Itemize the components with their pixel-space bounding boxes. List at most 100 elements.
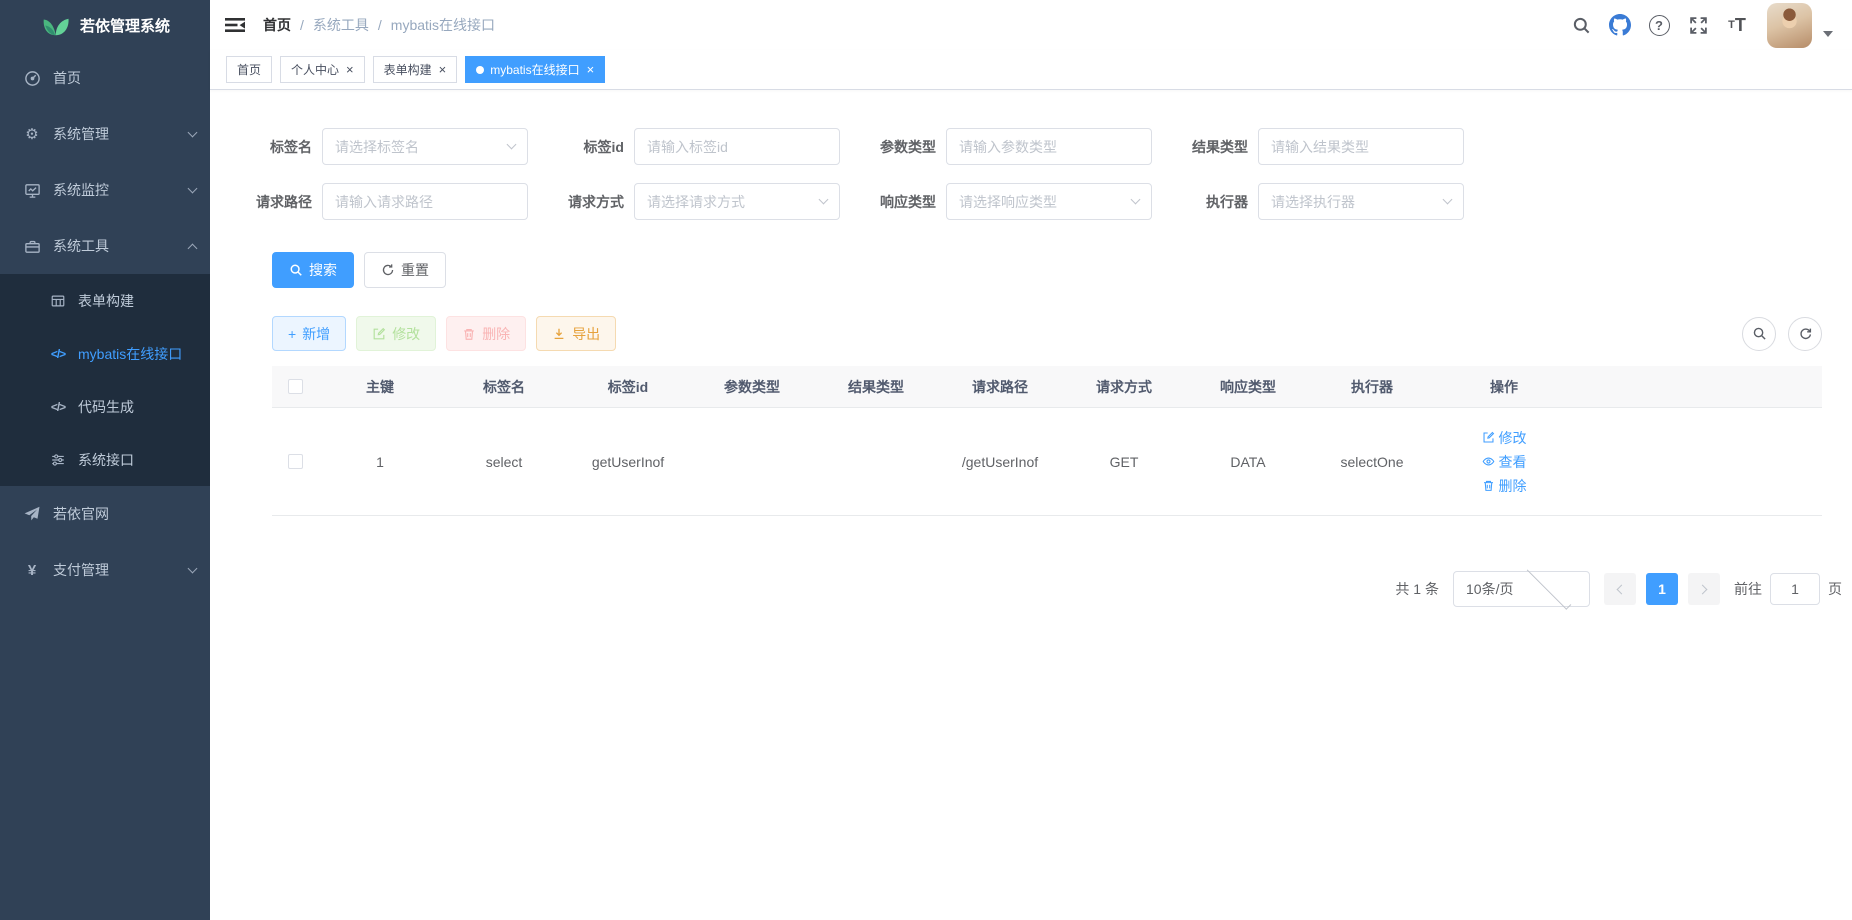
download-icon [552,327,566,341]
trash-icon [1482,479,1495,492]
request-method-select[interactable]: 请选择请求方式 [634,183,840,220]
field-label: 标签名 [240,137,312,157]
toolbox-icon [21,238,43,255]
tab-form-builder[interactable]: 表单构建 × [373,56,458,83]
gear-icon: ⚙ [21,127,43,142]
goto-label: 前往 [1734,579,1762,599]
delete-button[interactable]: 删除 [446,316,526,351]
search-icon [1752,326,1767,341]
search-form: 标签名 请选择标签名 标签id 参数类型 [240,128,1822,220]
toggle-search-button[interactable] [1742,317,1776,351]
param-type-input[interactable] [959,139,1139,155]
sidebar-item-label: 系统接口 [78,450,134,470]
edit-button[interactable]: 修改 [356,316,436,351]
sidebar-item-system-tools[interactable]: 系统工具 [0,218,210,274]
row-checkbox[interactable] [288,454,303,469]
row-delete-link[interactable]: 删除 [1482,476,1527,496]
table-header-row: 主键 标签名 标签id 参数类型 结果类型 请求路径 请求方式 响应类型 执行器… [272,366,1822,408]
sidebar-item-payment-mgmt[interactable]: ¥ 支付管理 [0,542,210,598]
pagination-total: 共 1 条 [1395,579,1439,599]
select-placeholder: 请选择标签名 [335,137,508,157]
tags-view-bar: 首页 个人中心 × 表单构建 × mybatis在线接口 × [210,50,1852,90]
sidebar-item-label: 若依官网 [53,504,196,524]
close-icon[interactable]: × [439,63,447,76]
add-button[interactable]: + 新增 [272,316,346,351]
select-all-checkbox[interactable] [288,379,303,394]
request-path-input[interactable] [335,194,515,210]
response-type-select[interactable]: 请选择响应类型 [946,183,1152,220]
form-item-result-type: 结果类型 [1176,128,1464,165]
font-size-icon[interactable]: TT [1722,7,1752,43]
paper-plane-icon [21,506,43,522]
sidebar-submenu-tools: 表单构建 </> mybatis在线接口 </> 代码生成 [0,274,210,486]
app-logo[interactable]: 若依管理系统 [0,0,210,50]
top-navbar: 首页 / 系统工具 / mybatis在线接口 ? [210,0,1852,50]
sidebar-item-system-api[interactable]: 系统接口 [0,433,210,486]
header-search-icon[interactable] [1566,7,1596,43]
form-item-request-method: 请求方式 请选择请求方式 [552,183,840,220]
active-dot [476,66,484,74]
page-size-value: 10条/页 [1466,579,1521,599]
code-icon: </> [48,400,68,414]
goto-page-input[interactable] [1770,573,1820,605]
tab-label: 个人中心 [291,61,339,78]
help-icon[interactable]: ? [1644,7,1674,43]
eye-icon [1482,455,1495,468]
chevron-down-icon [188,563,198,573]
sidebar-item-code-gen[interactable]: </> 代码生成 [0,380,210,433]
form-item-param-type: 参数类型 [864,128,1152,165]
table-grid-icon [48,293,68,309]
column-header-param-type: 参数类型 [690,377,814,397]
breadcrumb-current: mybatis在线接口 [391,15,495,35]
prev-page-button[interactable] [1604,573,1636,605]
result-type-input[interactable] [1271,139,1451,155]
tab-home[interactable]: 首页 [226,56,272,83]
navbar-actions: ? TT [1566,3,1837,48]
sidebar-item-form-builder[interactable]: 表单构建 [0,274,210,327]
chevron-down-icon [1131,195,1141,205]
data-table: 主键 标签名 标签id 参数类型 结果类型 请求路径 请求方式 响应类型 执行器… [272,366,1822,516]
breadcrumb-home[interactable]: 首页 [263,15,291,35]
field-label: 标签id [552,137,624,157]
next-page-button[interactable] [1688,573,1720,605]
page-1-button[interactable]: 1 [1646,573,1678,605]
cell-method: GET [1062,454,1186,470]
edit-button-label: 修改 [392,324,420,344]
refresh-button[interactable] [1788,317,1822,351]
user-menu-caret-icon[interactable] [1823,31,1833,37]
select-placeholder: 请选择响应类型 [959,192,1132,212]
sidebar-item-home[interactable]: 首页 [0,50,210,106]
app-root: 若依管理系统 首页 ⚙ 系统管理 [0,0,1852,920]
sidebar-item-ruoyi-site[interactable]: 若依官网 [0,486,210,542]
close-icon[interactable]: × [587,63,595,76]
row-edit-link[interactable]: 修改 [1482,428,1527,448]
dashboard-icon [21,70,43,87]
avatar[interactable] [1767,3,1812,48]
monitor-icon [21,182,43,199]
tag-name-select[interactable]: 请选择标签名 [322,128,528,165]
sidebar-item-system-monitor[interactable]: 系统监控 [0,162,210,218]
row-view-link[interactable]: 查看 [1482,452,1527,472]
sidebar-item-mybatis-api[interactable]: </> mybatis在线接口 [0,327,210,380]
sidebar-toggle-icon[interactable] [225,15,245,35]
fullscreen-icon[interactable] [1683,7,1713,43]
sidebar-item-label: 支付管理 [53,560,189,580]
field-label: 响应类型 [864,192,936,212]
tag-id-input[interactable] [647,139,827,155]
page-size-select[interactable]: 10条/页 [1453,571,1590,607]
export-button[interactable]: 导出 [536,316,616,351]
tab-mybatis-api[interactable]: mybatis在线接口 × [465,56,605,83]
column-header-tag-name: 标签名 [442,377,566,397]
add-button-label: 新增 [302,324,330,344]
tab-label: 表单构建 [384,61,432,78]
main-area: 首页 / 系统工具 / mybatis在线接口 ? [210,0,1852,920]
app-title: 若依管理系统 [80,15,170,36]
reset-button[interactable]: 重置 [364,252,446,288]
sidebar-item-label: 系统管理 [53,124,189,144]
executor-select[interactable]: 请选择执行器 [1258,183,1464,220]
github-icon[interactable] [1605,7,1635,43]
close-icon[interactable]: × [346,63,354,76]
sidebar-item-system-mgmt[interactable]: ⚙ 系统管理 [0,106,210,162]
search-button[interactable]: 搜索 [272,252,354,288]
tab-profile[interactable]: 个人中心 × [280,56,365,83]
